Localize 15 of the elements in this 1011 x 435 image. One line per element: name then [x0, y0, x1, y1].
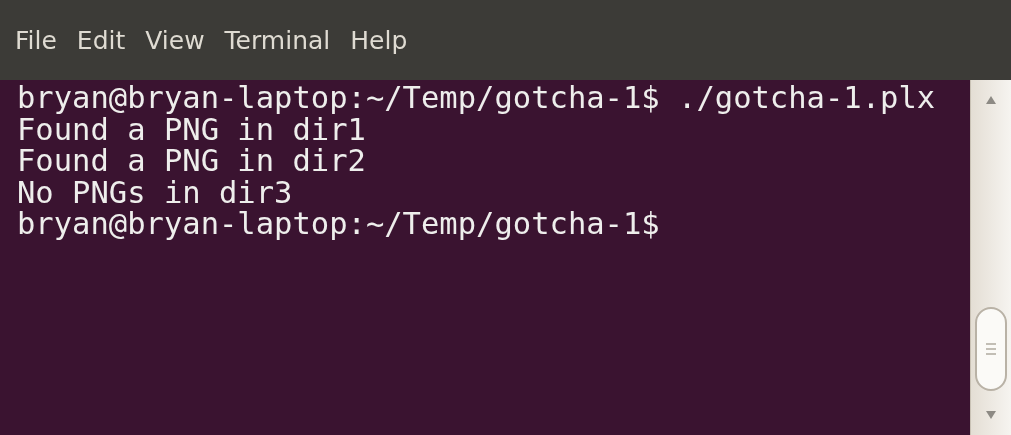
scrollbar[interactable]: [970, 80, 1011, 435]
menu-item[interactable]: View: [138, 21, 212, 59]
scroll-down-icon[interactable]: [984, 409, 998, 421]
grip-icon: [985, 342, 997, 356]
scroll-thumb[interactable]: [975, 307, 1007, 391]
menu-item[interactable]: Help: [343, 21, 415, 59]
terminal-line: bryan@bryan-laptop:~/Temp/gotcha-1$: [17, 208, 661, 240]
terminal-line: Found a PNG in dir1: [17, 113, 366, 145]
terminal-line: Found a PNG in dir2: [17, 145, 367, 177]
menu-item[interactable]: File: [8, 21, 64, 59]
scroll-up-icon[interactable]: [984, 94, 998, 106]
menu-item[interactable]: Edit: [69, 21, 133, 59]
terminal-line: No PNGs in dir3: [17, 176, 294, 208]
menu-item[interactable]: Terminal: [217, 21, 338, 59]
terminal-line: bryan@bryan-laptop:~/Temp/gotcha-1$ ./gotcha-1.plx: [17, 82, 937, 114]
